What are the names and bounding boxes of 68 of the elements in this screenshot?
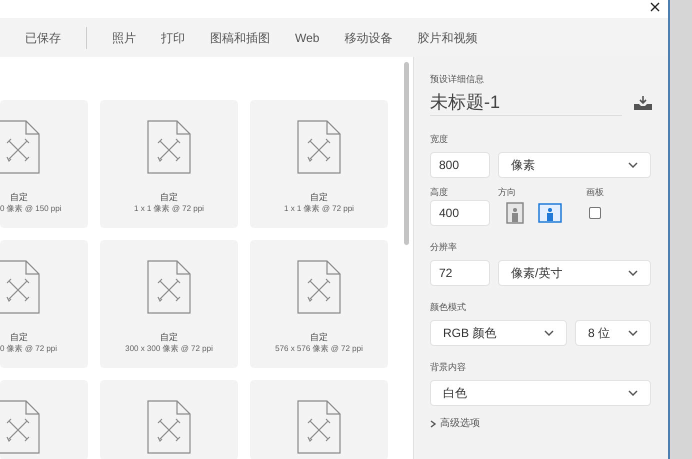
category-tab[interactable]: 图稿和插图: [210, 28, 270, 46]
landscape-icon[interactable]: [538, 203, 562, 223]
preset-title: 自定: [160, 332, 178, 343]
field-label: 背景内容: [430, 362, 466, 372]
preset-size: 576 x 576 像素 @ 72 ppi: [275, 343, 363, 354]
field-label: 分辨率: [430, 242, 457, 252]
preset-title: 自定: [310, 192, 328, 203]
preset-size: 1 x 1 像素 @ 72 ppi: [134, 203, 204, 214]
category-tab[interactable]: Web: [295, 28, 320, 46]
preset-card[interactable]: 自定 1 x 1 像素 @ 72 ppi: [100, 100, 238, 228]
chevron-down-icon: [544, 330, 554, 336]
preset-card[interactable]: 自定 1 x 1 像素 @ 72 ppi: [250, 100, 388, 228]
preset-title: 自定: [10, 332, 28, 343]
dropdown[interactable]: 8 位: [575, 320, 651, 346]
preset-size: 0 像素 @ 72 ppi: [0, 343, 58, 354]
portrait-icon[interactable]: [506, 202, 524, 224]
dropdown[interactable]: 像素: [498, 152, 651, 178]
document-icon: [147, 260, 191, 314]
chevron-down-icon: [628, 162, 638, 168]
input-field[interactable]: 800: [430, 152, 490, 178]
chevron-right-icon: [430, 420, 436, 428]
category-tab[interactable]: 照片: [112, 28, 136, 46]
preset-card[interactable]: [100, 380, 238, 459]
document-icon: [0, 120, 40, 174]
dropdown[interactable]: 像素/英寸: [498, 260, 651, 286]
scrollbar-thumb[interactable]: [404, 62, 409, 245]
preset-title: 自定: [10, 192, 28, 203]
field-label: 方向: [498, 186, 517, 198]
document-icon: [147, 400, 191, 454]
dropdown[interactable]: RGB 颜色: [430, 320, 567, 346]
category-tab[interactable]: 胶片和视频: [417, 28, 478, 46]
document-icon: [297, 260, 341, 314]
close-button[interactable]: [648, 0, 662, 14]
preset-title: 自定: [310, 332, 328, 343]
preset-card[interactable]: [250, 380, 388, 459]
category-tab[interactable]: 移动设备: [344, 28, 392, 46]
preset-card[interactable]: 自定 0 像素 @ 150 ppi: [0, 100, 88, 228]
preset-card[interactable]: 自定 0 像素 @ 72 ppi: [0, 240, 88, 368]
document-icon: [297, 120, 341, 174]
category-tab[interactable]: 打印: [161, 28, 185, 46]
advanced-options-toggle[interactable]: 高级选项: [430, 416, 652, 431]
dropdown[interactable]: 白色: [430, 380, 651, 406]
chevron-down-icon: [628, 390, 638, 396]
preset-title: 自定: [160, 192, 178, 203]
preset-size: 1 x 1 像素 @ 72 ppi: [284, 203, 354, 214]
document-icon: [297, 400, 341, 454]
preset-card[interactable]: 自定 576 x 576 像素 @ 72 ppi: [250, 240, 388, 368]
chevron-down-icon: [628, 270, 638, 276]
document-icon: [0, 400, 40, 454]
document-name[interactable]: 未标题-1: [430, 91, 622, 116]
document-icon: [0, 260, 40, 314]
input-field[interactable]: 72: [430, 260, 490, 286]
close-icon: [650, 2, 660, 12]
category-tab[interactable]: 已保存: [25, 28, 61, 46]
field-label: 高度: [430, 186, 449, 198]
preset-size: 0 像素 @ 150 ppi: [0, 203, 62, 214]
preset-card[interactable]: [0, 380, 88, 459]
field-label: 画板: [586, 186, 604, 198]
field-label: 颜色模式: [430, 302, 466, 312]
document-icon: [147, 120, 191, 174]
input-field[interactable]: 400: [430, 200, 490, 226]
save-preset-icon[interactable]: [634, 96, 652, 110]
panel-heading: 预设详细信息: [430, 73, 485, 85]
preset-card[interactable]: 自定 300 x 300 像素 @ 72 ppi: [100, 240, 238, 368]
checkbox[interactable]: [589, 207, 601, 219]
preset-size: 300 x 300 像素 @ 72 ppi: [125, 343, 213, 354]
chevron-down-icon: [628, 330, 638, 336]
field-label: 宽度: [430, 134, 448, 144]
